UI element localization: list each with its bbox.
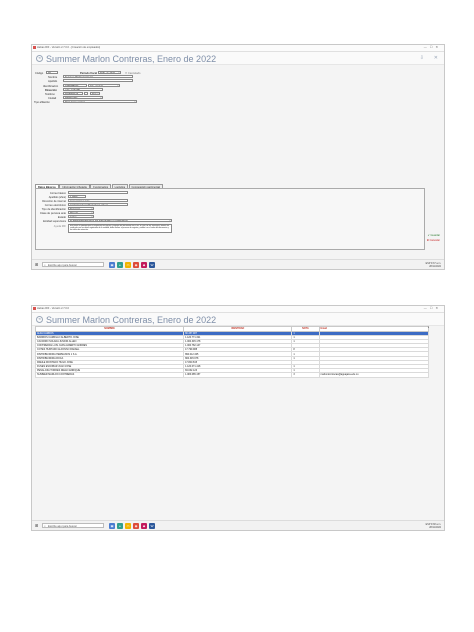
app-header: ⟲ Summer Marlon Contreras, Enero de 2022 (32, 313, 444, 326)
detail-panel: Correo básico Apellido (años) 1.0000 Dir… (35, 188, 425, 250)
taskbar-apps: ▣ e ▭ ◉ ◆ W (109, 261, 155, 268)
download-icon[interactable]: ⇩ (420, 55, 424, 61)
window-titlebar: Hebas RIF - Versión 2.7.0.0 —☐✕ (32, 306, 444, 313)
company-period-title: Summer Marlon Contreras, Enero de 2022 (46, 54, 217, 64)
detail-label: Correo básico (49, 192, 66, 195)
system-tray[interactable]: ESP 9:38 a.m. 28/11/2022 (426, 523, 441, 529)
apellido-field[interactable] (63, 79, 133, 82)
folder-icon[interactable]: ▭ (125, 261, 131, 268)
nombre-label: Nombre (48, 76, 58, 79)
app-icon (33, 307, 36, 310)
screenshot-employee-list: Hebas RIF - Versión 2.7.0.0 —☐✕ ⟲ Summer… (31, 305, 445, 531)
cell-nombre: SUMMER MARLON CONTRERAS (34, 372, 185, 378)
window-title: Hebas RIF - Versión 2.7.0.0 (37, 307, 70, 310)
company-period-title: Summer Marlon Contreras, Enero de 2022 (46, 315, 217, 325)
search-icon: ⌕ (44, 263, 46, 267)
telefono-field[interactable]: 3018097113 (63, 92, 83, 95)
cancelar-button[interactable]: ✖ Cancelar (427, 239, 440, 242)
ciudad-select[interactable]: RIOHACHA (63, 96, 103, 99)
windows-start-icon[interactable]: ⊞ (35, 262, 38, 267)
telefono-label: Teléfono (45, 93, 55, 96)
detail-label: Clase de persona ante (39, 212, 66, 215)
window-title: Hebas RIF - Versión 2.7.0.0 - [Creación … (37, 46, 101, 49)
detail-label: Entidad supervisora (43, 220, 66, 223)
windows-start-icon[interactable]: ⊞ (35, 523, 38, 528)
taskbar-search[interactable]: ⌕ Escribe aquí para buscar (42, 262, 104, 267)
detail-label: Tipo de identificación (41, 208, 66, 211)
window-controls[interactable]: —☐✕ (424, 45, 441, 49)
entidad-supervisora-select[interactable]: SUPERINTENDENCIA DE INDUSTRIA Y COMERCIO (68, 219, 172, 222)
correo-basico-field[interactable] (68, 191, 128, 194)
direccion-label: Dirección (45, 89, 57, 92)
detail-label: Dirección de internet (42, 200, 66, 203)
periodo-select[interactable]: ENE. de 2022 (98, 71, 121, 74)
app-icon-pink[interactable]: ◆ (141, 522, 147, 529)
apellido-label: Apellido (48, 80, 58, 83)
guardar-label: Guardar (430, 234, 440, 237)
back-icon[interactable]: ⟲ (36, 55, 43, 62)
chrome-icon[interactable]: ◉ (133, 522, 139, 529)
nombre-field[interactable]: Summer Marlon Contreras (63, 75, 133, 78)
ayuda-label: Ayuda RIF (53, 225, 66, 228)
table-row[interactable]: SUMMER MARLON CONTRERAS 1.083.085.157 3 mar… (34, 372, 430, 378)
taskbar-apps: ▣ e ▭ ◉ ◆ W (109, 522, 155, 529)
tipo-afiliacion-label: Tipo afiliación (34, 101, 50, 104)
detail-label: Apellido (años) (48, 196, 66, 199)
task-view-icon[interactable]: ▣ (109, 261, 115, 268)
tray-date: 28/11/2022 (429, 264, 441, 268)
estado-select[interactable]: Activo (68, 215, 94, 218)
telefono-ext-field[interactable] (84, 92, 88, 95)
cell-email: marlontcontreras@aguajaca.edu.co (318, 372, 430, 378)
cancelar-label: Cancelar (429, 239, 440, 242)
search-placeholder: Escribe aquí para buscar (48, 525, 77, 528)
search-icon: ⌕ (44, 524, 46, 528)
apellido-anos-field[interactable]: 1.0000 (68, 195, 86, 198)
screenshot-employee-form: Hebas RIF - Versión 2.7.0.0 - [Creación … (31, 44, 445, 270)
direccion-field[interactable]: calle 1 N°4AB (63, 88, 103, 91)
search-placeholder: Escribe aquí para buscar (48, 264, 77, 267)
cell-nota: 3 (291, 372, 320, 378)
tipo-identificacion-select[interactable]: Numérico (68, 207, 94, 210)
detail-label: Estado (57, 216, 66, 219)
employee-grid: NOMBRE IDENTIDAD NOTA Email ALFA CARROS 8… (34, 326, 430, 378)
ciudad-label: Ciudad (48, 97, 57, 100)
word-icon[interactable]: W (149, 261, 155, 268)
tray-date: 28/11/2022 (429, 525, 441, 529)
nit-label: Identificación (43, 85, 59, 88)
pais-select[interactable]: Pais (90, 92, 100, 95)
tipo-afiliacion-select[interactable]: Para Consecutivos (63, 100, 137, 103)
nit-field[interactable]: 1083085157 (63, 84, 87, 87)
task-view-icon[interactable]: ▣ (109, 522, 115, 529)
app-icon-pink[interactable]: ◆ (141, 261, 147, 268)
email-field[interactable]: marlontcontreras@aguajaca.edu.co (68, 203, 128, 206)
window-titlebar: Hebas RIF - Versión 2.7.0.0 - [Creación … (32, 45, 444, 52)
cell-identidad: 1.083.085.157 (183, 372, 293, 378)
app-icon (33, 46, 36, 49)
taskbar-search[interactable]: ⌕ Escribe aquí para buscar (42, 523, 104, 528)
detail-label: Correo electrónico (44, 204, 66, 207)
guardar-button[interactable]: ✔ Guardar (428, 234, 440, 237)
tipo-documento-select[interactable]: CC - Cédula (88, 84, 120, 87)
window-controls[interactable]: —☐✕ (424, 306, 441, 310)
tools-icon[interactable]: ✕ (434, 55, 438, 61)
chrome-icon[interactable]: ◉ (133, 261, 139, 268)
windows-taskbar: ⊞ ⌕ Escribe aquí para buscar ▣ e ▭ ◉ ◆ W … (32, 259, 444, 269)
word-icon[interactable]: W (149, 522, 155, 529)
folder-icon[interactable]: ▭ (125, 522, 131, 529)
internet-field[interactable]: www.summer.com (68, 199, 128, 202)
ayuda-note: Esta tiene la habilidad para la respecti… (68, 224, 172, 233)
edge-icon[interactable]: e (117, 522, 123, 529)
codigo-label: Código (35, 72, 44, 75)
edge-icon[interactable]: e (117, 261, 123, 268)
system-tray[interactable]: ESP 9:37 a.m. 28/11/2022 (426, 262, 441, 268)
windows-taskbar: ⊞ ⌕ Escribe aquí para buscar ▣ e ▭ ◉ ◆ W … (32, 520, 444, 530)
back-icon[interactable]: ⟲ (36, 316, 43, 323)
clase-persona-select[interactable]: Privado (68, 211, 94, 214)
app-header: ⟲ Summer Marlon Contreras, Enero de 2022… (32, 52, 444, 65)
codigo-field[interactable]: 38 (46, 71, 58, 74)
